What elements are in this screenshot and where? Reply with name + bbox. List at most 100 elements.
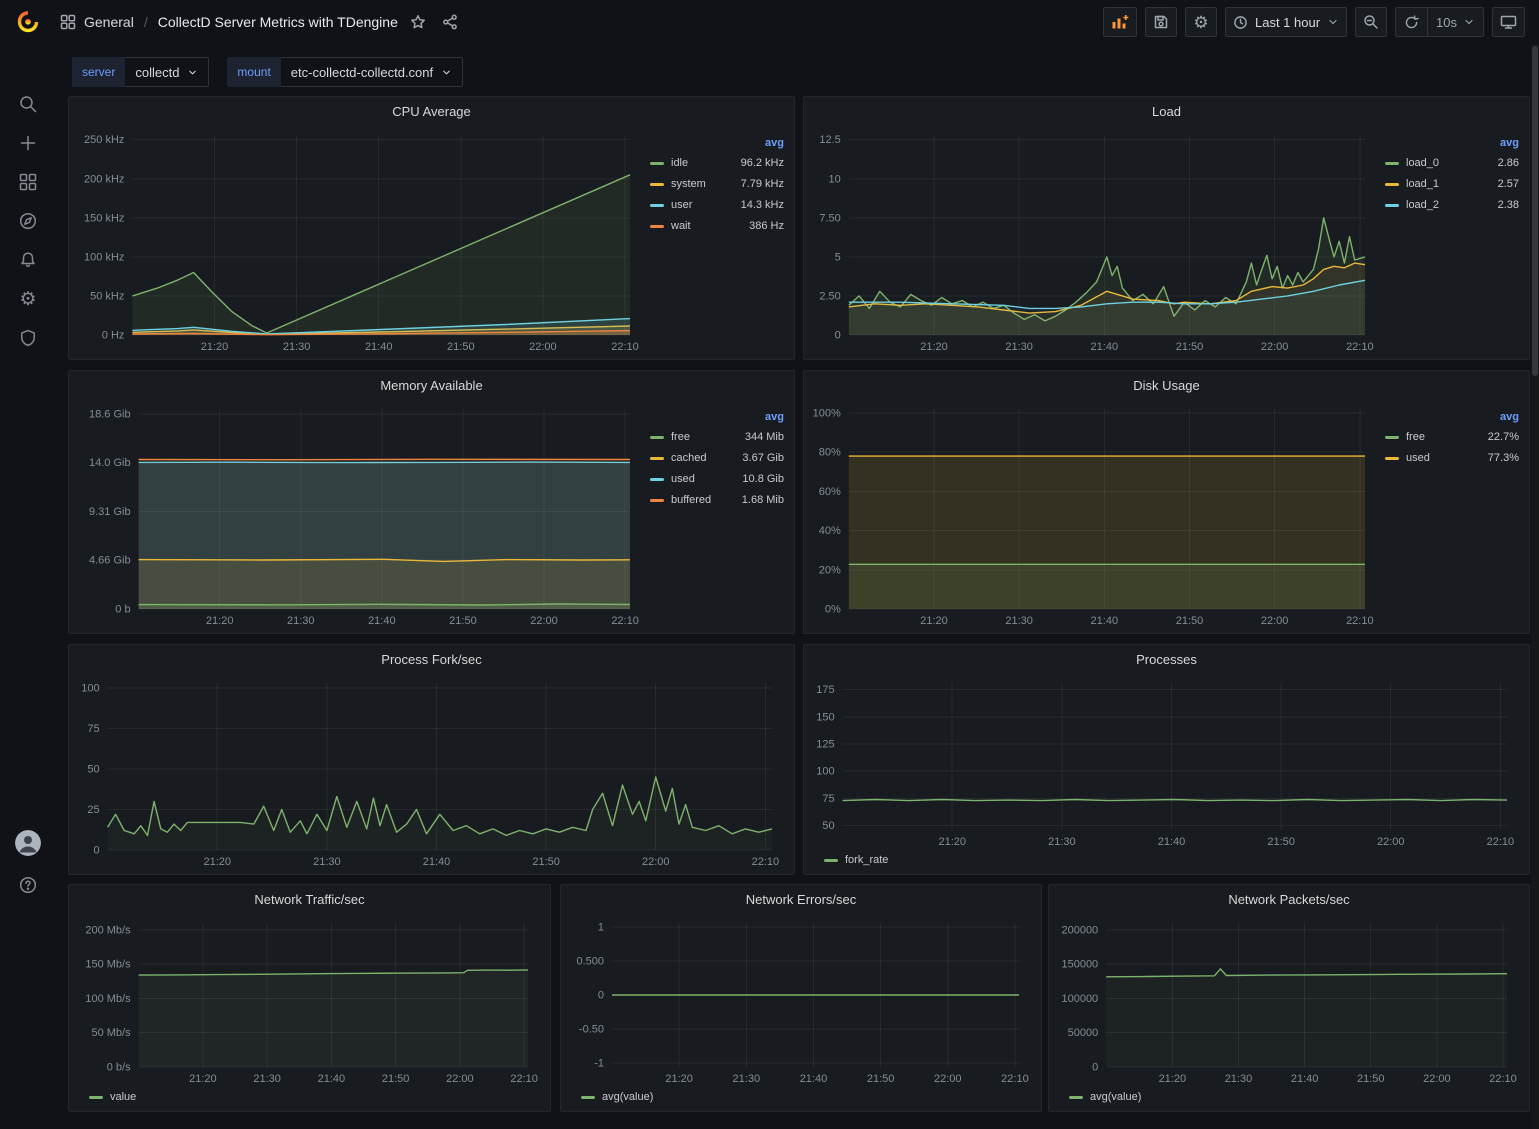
sidebar-item-alerting[interactable] [12,244,44,276]
legend-avg-header[interactable]: avg [1385,411,1519,423]
create-icon [18,133,38,153]
zoom-out-button[interactable] [1355,7,1387,37]
series-color-swatch [1385,162,1399,165]
scrollbar-thumb[interactable] [1532,46,1538,376]
legend-label: fork_rate [845,854,888,866]
legend-avg-header[interactable]: avg [1385,137,1519,149]
sidebar-item-dashboards[interactable] [12,166,44,198]
legend-avg-value: 7.79 kHz [741,178,784,190]
legend-label: avg(value) [602,1091,653,1103]
star-button[interactable] [406,10,430,34]
legend-avg-value: 1.68 Mib [742,494,784,506]
svg-text:-0.50: -0.50 [579,1023,604,1035]
panel-network-traffic: Network Traffic/sec 21:2021:3021:4021:50… [68,884,551,1112]
panel-title[interactable]: Network Traffic/sec [69,885,550,913]
chart-memory-available[interactable]: 21:2021:3021:4021:5022:0022:100 b4.66 Gi… [77,399,644,629]
svg-text:22:10: 22:10 [1001,1073,1029,1085]
breadcrumb-dashboard-title[interactable]: CollectD Server Metrics with TDengine [158,14,398,30]
legend-item-free[interactable]: free344 Mib [650,431,784,443]
legend-item-free[interactable]: free22.7% [1385,431,1519,443]
sidebar-item-search[interactable] [12,88,44,120]
save-dashboard-button[interactable] [1145,7,1177,37]
sidebar-item-explore[interactable] [12,205,44,237]
svg-text:75: 75 [822,793,834,805]
svg-text:22:00: 22:00 [1377,836,1405,848]
legend-item-idle[interactable]: idle96.2 kHz [650,157,784,169]
legend-item-load_1[interactable]: load_12.57 [1385,178,1519,190]
svg-text:21:50: 21:50 [1267,836,1295,848]
chart-processes[interactable]: 21:2021:3021:4021:5022:0022:105075100125… [812,673,1521,850]
sidebar-item-server-admin[interactable] [12,322,44,354]
legend-item-used[interactable]: used10.8 Gib [650,473,784,485]
legend-avg-value: 3.67 Gib [742,452,784,464]
svg-text:22:10: 22:10 [611,341,639,353]
panel-title[interactable]: Load [804,97,1529,125]
breadcrumb-folder[interactable]: General [84,14,134,30]
panel-title[interactable]: Process Fork/sec [69,645,794,673]
variable-server-select[interactable]: collectd [125,57,209,87]
legend-label: value [110,1091,136,1103]
svg-text:21:40: 21:40 [1091,615,1119,627]
legend-item-cached[interactable]: cached3.67 Gib [650,452,784,464]
chart-disk-usage[interactable]: 21:2021:3021:4021:5022:0022:100%20%40%60… [812,399,1379,629]
dashboard-variables: server collectd mount etc-collectd-colle… [72,57,463,87]
svg-text:80%: 80% [819,447,841,459]
grafana-dashboard: General / CollectD Server Metrics with T… [0,0,1539,1129]
legend-item-system[interactable]: system7.79 kHz [650,178,784,190]
dashboard-settings-button[interactable]: ⚙ [1185,7,1217,37]
svg-text:21:40: 21:40 [368,615,396,627]
chevron-down-icon [187,67,198,78]
panel-title[interactable]: CPU Average [69,97,794,125]
legend-item-wait[interactable]: wait386 Hz [650,220,784,232]
legend-avg-header[interactable]: avg [650,137,784,149]
panel-body: 21:2021:3021:4021:5022:0022:1002.5057.50… [812,125,1521,355]
svg-text:18.6 Gib: 18.6 Gib [89,408,131,420]
cycle-view-button[interactable] [1492,7,1525,37]
svg-text:50: 50 [822,820,834,832]
grafana-logo[interactable] [14,8,42,36]
svg-text:21:30: 21:30 [733,1073,761,1085]
chart-network-errors[interactable]: 21:2021:3021:4021:5022:0022:10-1-0.5000.… [569,913,1033,1087]
panel-network-packets: Network Packets/sec 21:2021:3021:4021:50… [1048,884,1530,1112]
chart-network-packets[interactable]: 21:2021:3021:4021:5022:0022:100500001000… [1057,913,1521,1087]
sidebar-item-configuration[interactable]: ⚙ [12,283,44,315]
svg-text:0: 0 [93,845,99,857]
legend: avg(value) [1057,1087,1521,1107]
user-avatar[interactable] [15,830,41,856]
time-range-picker[interactable]: Last 1 hour [1225,7,1347,37]
legend-item-fork_rate[interactable]: fork_rate [824,854,888,866]
legend-item-load_2[interactable]: load_22.38 [1385,199,1519,211]
panel-title[interactable]: Network Packets/sec [1049,885,1529,913]
chart-process-fork[interactable]: 21:2021:3021:4021:5022:0022:100255075100 [77,673,786,870]
legend-item-avg(value)[interactable]: avg(value) [581,1091,653,1103]
legend-item-buffered[interactable]: buffered1.68 Mib [650,494,784,506]
sidebar-item-create[interactable] [12,127,44,159]
chart-load[interactable]: 21:2021:3021:4021:5022:0022:1002.5057.50… [812,125,1379,355]
panel-title[interactable]: Memory Available [69,371,794,399]
legend-item-avg(value)[interactable]: avg(value) [1069,1091,1141,1103]
legend-item-used[interactable]: used77.3% [1385,452,1519,464]
refresh-button[interactable] [1396,8,1427,36]
chart-cpu-average[interactable]: 21:2021:3021:4021:5022:0022:100 Hz50 kHz… [77,125,644,355]
legend-item-load_0[interactable]: load_02.86 [1385,157,1519,169]
variable-mount-select[interactable]: etc-collectd-collectd.conf [281,57,463,87]
sidebar-item-help[interactable] [12,869,44,901]
legend-item-user[interactable]: user14.3 kHz [650,199,784,211]
series-color-swatch [650,436,664,439]
add-panel-button[interactable] [1103,7,1137,37]
series-color-swatch [650,204,664,207]
series-color-swatch [1069,1096,1083,1099]
panel-title[interactable]: Processes [804,645,1529,673]
legend-avg-header[interactable]: avg [650,411,784,423]
panel-title[interactable]: Network Errors/sec [561,885,1041,913]
panel-title[interactable]: Disk Usage [804,371,1529,399]
refresh-interval-select[interactable]: 10s [1427,8,1483,36]
panel-body: 21:2021:3021:4021:5022:0022:100500001000… [1057,913,1521,1107]
legend-item-value[interactable]: value [89,1091,136,1103]
chart-network-traffic[interactable]: 21:2021:3021:4021:5022:0022:100 b/s50 Mb… [77,913,542,1087]
variable-mount-label: mount [227,57,280,87]
series-color-swatch [824,859,838,862]
svg-text:21:30: 21:30 [1005,341,1033,353]
share-button[interactable] [438,10,462,34]
svg-text:0 b: 0 b [115,604,130,616]
